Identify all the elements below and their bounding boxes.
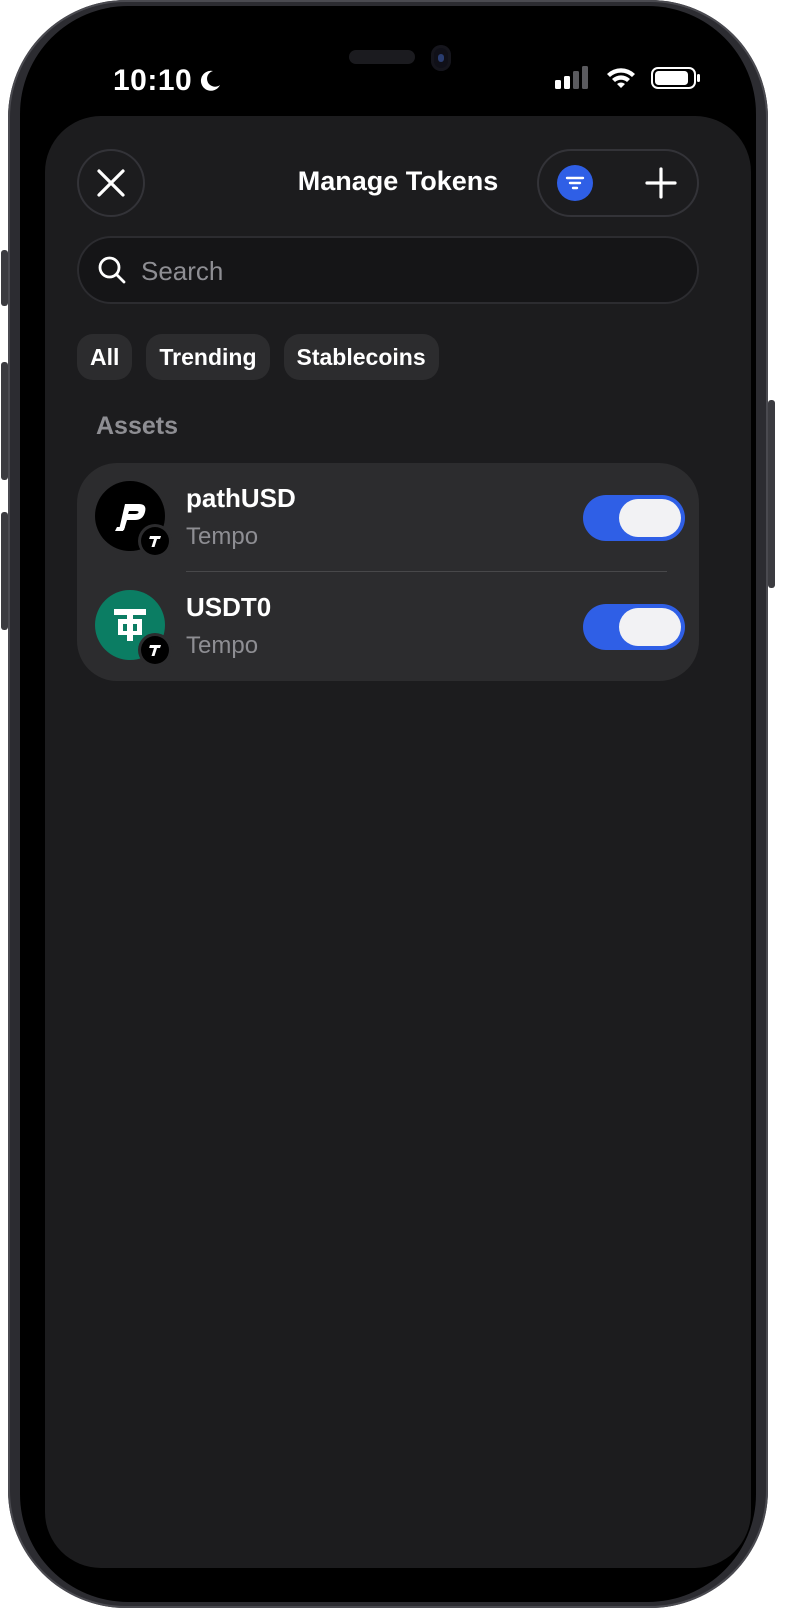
silent-switch bbox=[1, 250, 8, 306]
search-input[interactable] bbox=[139, 246, 683, 296]
chip-stablecoins[interactable]: Stablecoins bbox=[283, 334, 439, 380]
battery-icon bbox=[651, 67, 700, 89]
header-actions bbox=[537, 149, 699, 217]
usdt0-visibility-toggle[interactable] bbox=[583, 604, 685, 650]
status-time: 10:10 bbox=[113, 64, 222, 98]
signal-icon bbox=[555, 66, 588, 89]
search-icon bbox=[98, 256, 126, 284]
volume-down-button bbox=[1, 512, 8, 630]
filter-chips: All Trending Stablecoins bbox=[77, 334, 439, 380]
token-name: pathUSD bbox=[186, 483, 296, 513]
asset-row-pathusd[interactable]: pathUSD Tempo bbox=[77, 463, 699, 572]
token-chain: Tempo bbox=[186, 632, 259, 659]
tempo-chain-badge bbox=[141, 527, 169, 555]
status-indicators bbox=[555, 66, 701, 90]
asset-list: pathUSD Tempo USDT0 Tempo bbox=[77, 463, 699, 681]
toggle-knob bbox=[619, 499, 681, 537]
dynamic-island bbox=[349, 50, 415, 64]
wifi-icon bbox=[607, 68, 635, 88]
moon-icon bbox=[201, 70, 221, 91]
chip-all[interactable]: All bbox=[77, 334, 133, 380]
search-bar[interactable] bbox=[77, 236, 699, 304]
tempo-icon bbox=[149, 645, 161, 656]
add-token-button[interactable] bbox=[641, 163, 681, 203]
manage-tokens-sheet: Manage Tokens All Trending St bbox=[45, 116, 751, 1568]
toggle-knob bbox=[619, 608, 681, 646]
chip-trending[interactable]: Trending bbox=[146, 334, 270, 380]
pathusd-visibility-toggle[interactable] bbox=[583, 495, 685, 541]
front-camera bbox=[431, 45, 451, 71]
tempo-chain-badge bbox=[141, 636, 169, 664]
filter-button[interactable] bbox=[557, 165, 593, 201]
asset-row-usdt0[interactable]: USDT0 Tempo bbox=[77, 572, 699, 681]
token-chain: Tempo bbox=[186, 523, 259, 550]
clock: 10:10 bbox=[113, 64, 193, 97]
volume-up-button bbox=[1, 362, 8, 480]
token-name: USDT0 bbox=[186, 592, 272, 622]
filter-icon bbox=[565, 176, 585, 190]
tempo-icon bbox=[149, 536, 161, 547]
plus-icon bbox=[645, 167, 677, 199]
section-label-assets: Assets bbox=[96, 412, 178, 440]
power-button bbox=[768, 400, 775, 588]
screen: 10:10 Manage Tokens Search All Trending … bbox=[45, 0, 751, 1608]
